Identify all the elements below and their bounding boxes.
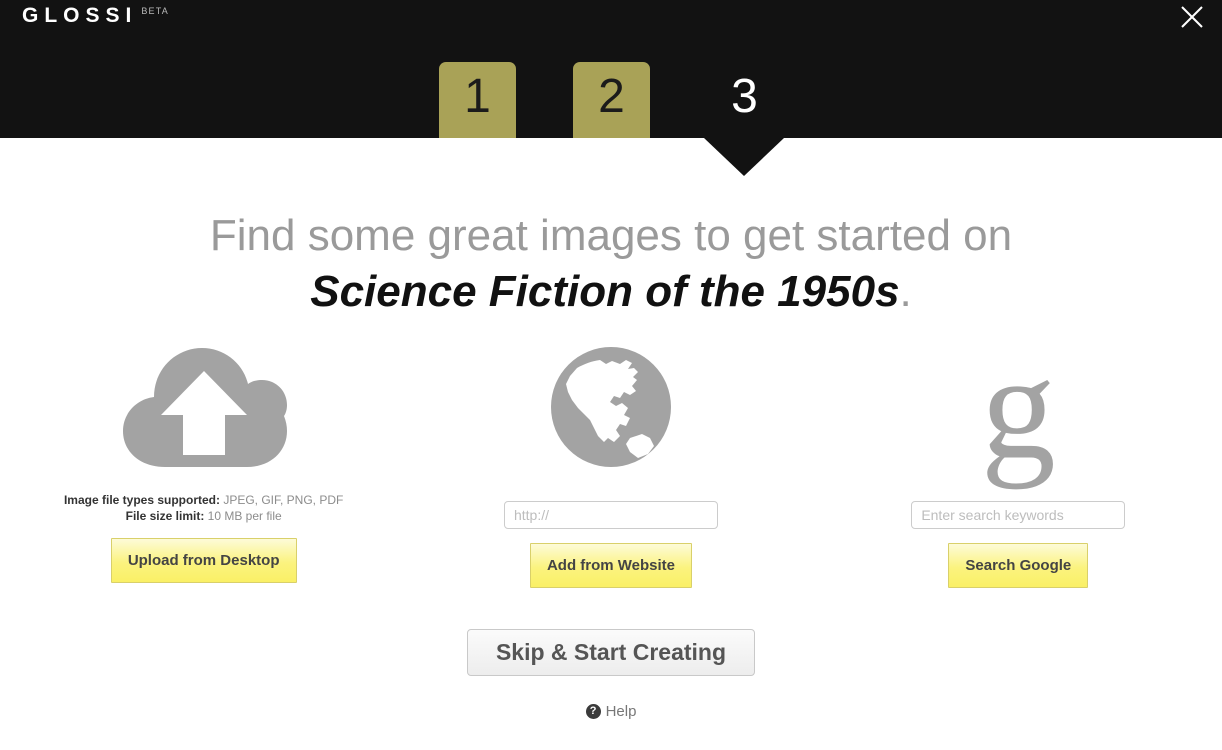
headline-lead: Find some great images to get started on (209, 211, 1013, 260)
question-mark-icon: ? (585, 704, 601, 719)
option-add-website: Add from Website (407, 332, 814, 588)
cloud-upload-icon[interactable] (119, 332, 289, 482)
file-size-line: File size limit: 10 MB per file (64, 508, 343, 524)
step-2[interactable]: 2 (573, 62, 650, 138)
step-pointer-triangle (704, 138, 784, 176)
google-g-glyph: g (980, 324, 1056, 490)
add-from-website-button[interactable]: Add from Website (529, 543, 693, 588)
google-search-input[interactable] (911, 501, 1126, 529)
headline-period: . (899, 267, 912, 316)
page-title: Find some great images to get started on… (0, 208, 1222, 320)
file-types-line: Image file types supported: JPEG, GIF, P… (64, 492, 343, 508)
file-size-label: File size limit: (125, 509, 205, 523)
help-link[interactable]: ? Help (0, 703, 1222, 720)
option-search-google: g Search Google (815, 332, 1222, 588)
globe-icon[interactable] (550, 332, 672, 482)
option-upload-desktop: Image file types supported: JPEG, GIF, P… (0, 332, 407, 588)
step-3: 3 (731, 70, 758, 123)
step-1[interactable]: 1 (439, 62, 516, 138)
headline-topic: Science Fiction of the 1950s (310, 267, 900, 316)
step-indicator: 1 2 3 (0, 0, 1222, 138)
image-source-options: Image file types supported: JPEG, GIF, P… (0, 332, 1222, 588)
upload-from-desktop-button[interactable]: Upload from Desktop (110, 538, 297, 583)
search-google-button[interactable]: Search Google (948, 543, 1089, 588)
website-url-input[interactable] (503, 501, 718, 529)
skip-section: Skip & Start Creating (0, 629, 1222, 676)
skip-start-creating-button[interactable]: Skip & Start Creating (466, 629, 756, 676)
file-types-label: Image file types supported: (63, 493, 220, 507)
file-size-value: 10 MB per file (204, 509, 282, 523)
help-label: Help (605, 703, 637, 720)
headline-topic-line: Science Fiction of the 1950s. (0, 264, 1222, 320)
google-g-icon[interactable]: g (981, 332, 1056, 482)
file-requirements: Image file types supported: JPEG, GIF, P… (64, 492, 343, 524)
file-types-value: JPEG, GIF, PNG, PDF (220, 493, 344, 507)
